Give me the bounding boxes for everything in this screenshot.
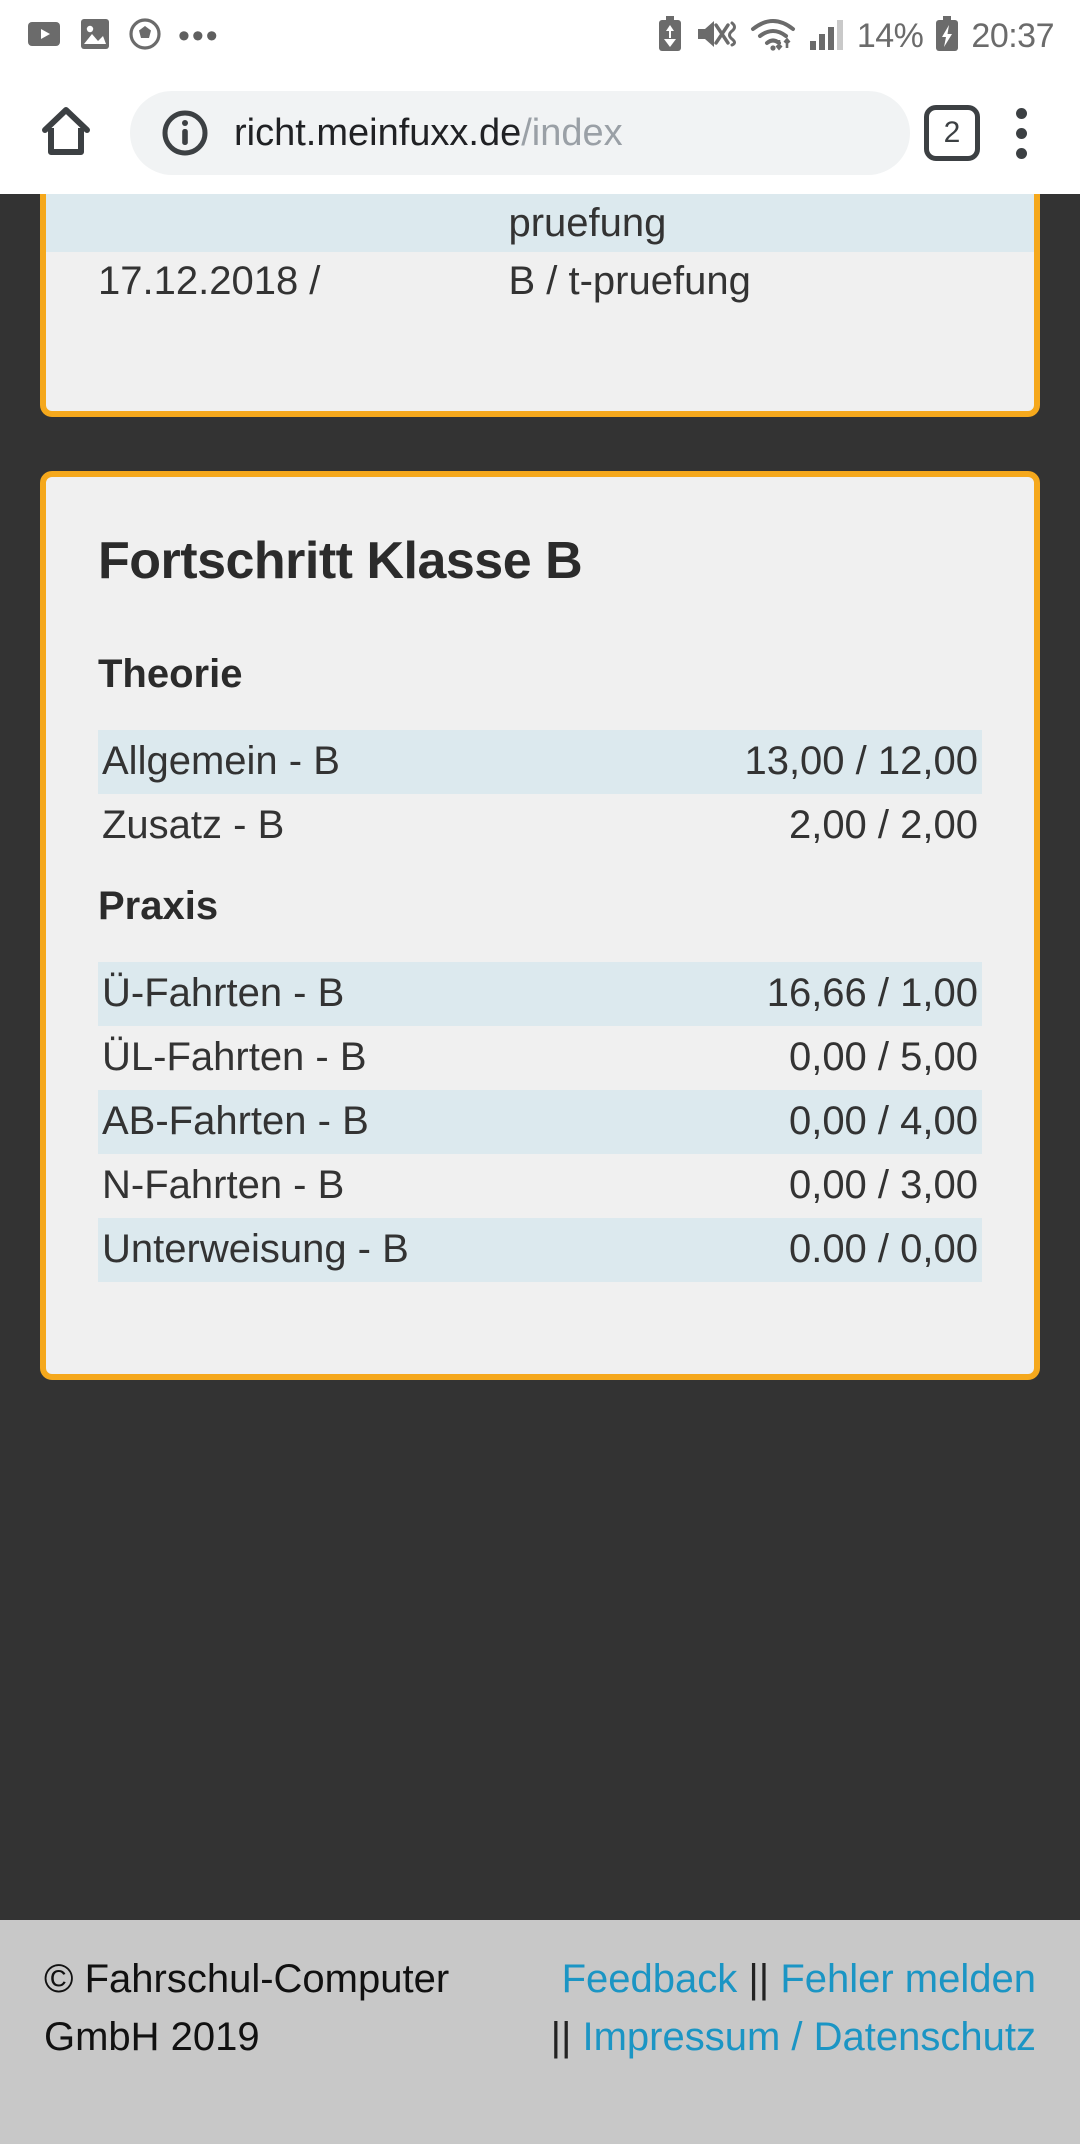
browser-toolbar: richt.meinfuxx.de/index 2 bbox=[0, 72, 1080, 194]
table-row: pruefung bbox=[46, 194, 1034, 252]
progress-row-value: 16,66 / 1,00 bbox=[620, 962, 982, 1027]
more-notifications-icon: ••• bbox=[178, 16, 220, 55]
wifi-icon bbox=[749, 15, 797, 58]
cellular-signal-icon bbox=[808, 15, 846, 58]
progress-row-value: 0,00 / 5,00 bbox=[788, 1035, 978, 1080]
theorie-table: Allgemein - B 13,00 / 12,00 Zusatz - B 2,00… bbox=[98, 730, 982, 858]
table-row: N-Fahrten - B 0,00 / 3,00 bbox=[98, 1154, 982, 1218]
table-row: 17.12.2018 / B / t-pruefung bbox=[46, 252, 1034, 310]
page-footer: © Fahrschul-Computer GmbH 2019 Feedback … bbox=[0, 1920, 1080, 2144]
footer-link-separator: || bbox=[737, 1957, 781, 2001]
pruefung-date: 17.12.2018 / bbox=[98, 259, 321, 303]
progress-row-label: Ü-Fahrten - B bbox=[98, 962, 621, 1027]
url-path: /index bbox=[521, 111, 623, 154]
progress-row-value: 13,00 / 12,00 bbox=[543, 730, 982, 795]
section-heading-theorie: Theorie bbox=[98, 652, 243, 697]
progress-row-label: AB-Fahrten - B bbox=[98, 1090, 621, 1155]
status-bar-system-icons: 14% 20:37 bbox=[657, 15, 1054, 58]
progress-card: Fortschritt Klasse B Theorie Allgemein -… bbox=[40, 471, 1040, 1381]
page-content: pruefung 17.12.2018 / B / t-pruefung Forts… bbox=[0, 194, 1080, 1920]
pruefung-type: pruefung bbox=[500, 194, 1034, 252]
youtube-icon bbox=[26, 16, 62, 57]
overflow-menu-icon-dot bbox=[1015, 147, 1027, 159]
battery-percent-label: 14% bbox=[856, 17, 924, 55]
overflow-menu-button[interactable] bbox=[986, 91, 1056, 175]
progress-row-value: 0,00 / 4,00 bbox=[620, 1090, 982, 1155]
table-row: Zusatz - B 2,00 / 2,00 bbox=[98, 794, 982, 858]
site-info-icon[interactable] bbox=[160, 108, 210, 158]
praxis-table: Ü-Fahrten - B 16,66 / 1,00 ÜL-Fahrten - B 0… bbox=[98, 962, 982, 1283]
footer-link[interactable]: Impressum / Datenschutz bbox=[583, 2015, 1037, 2059]
overflow-menu-icon-dot bbox=[1015, 127, 1027, 139]
table-row: AB-Fahrten - B 0,00 / 4,00 bbox=[98, 1090, 982, 1155]
table-row: Unterweisung - B 0.00 / 0,00 bbox=[98, 1218, 982, 1283]
table-row: Ü-Fahrten - B 16,66 / 1,00 bbox=[98, 962, 982, 1027]
pruefung-date bbox=[46, 194, 501, 252]
url-host: richt.meinfuxx.de bbox=[234, 111, 522, 154]
progress-row-label: Allgemein - B bbox=[98, 730, 544, 795]
pruefungen-table: pruefung 17.12.2018 / B / t-pruefung bbox=[46, 194, 1034, 310]
progress-row-label: N-Fahrten - B bbox=[102, 1163, 345, 1208]
overflow-menu-icon-dot bbox=[1015, 107, 1027, 119]
footer-link[interactable]: Feedback bbox=[562, 1957, 738, 2001]
tab-switcher-button[interactable]: 2 bbox=[924, 105, 980, 161]
page-title: Fortschritt Klasse B bbox=[98, 532, 583, 590]
home-icon bbox=[35, 100, 97, 167]
status-bar-notifications: ••• bbox=[26, 16, 220, 57]
progress-row-value: 2,00 / 2,00 bbox=[788, 803, 978, 848]
progress-row-value: 0.00 / 0,00 bbox=[620, 1218, 982, 1283]
footer-link-separator: || bbox=[550, 2015, 583, 2059]
address-bar[interactable]: richt.meinfuxx.de/index bbox=[130, 91, 910, 175]
progress-row-label: Unterweisung - B bbox=[98, 1218, 621, 1283]
previous-card-partial: pruefung 17.12.2018 / B / t-pruefung bbox=[40, 194, 1040, 417]
football-icon bbox=[128, 17, 162, 56]
table-row: ÜL-Fahrten - B 0,00 / 5,00 bbox=[98, 1026, 982, 1090]
footer-link[interactable]: Fehler melden bbox=[780, 1957, 1036, 2001]
image-icon bbox=[78, 16, 112, 57]
home-button[interactable] bbox=[24, 91, 108, 175]
progress-row-value: 0,00 / 3,00 bbox=[788, 1163, 978, 1208]
section-heading-praxis: Praxis bbox=[98, 884, 219, 929]
progress-row-label: Zusatz - B bbox=[102, 803, 285, 848]
clock-label: 20:37 bbox=[971, 17, 1054, 55]
progress-row-label: ÜL-Fahrten - B bbox=[102, 1035, 367, 1080]
charging-battery-icon bbox=[934, 15, 960, 58]
table-row: Allgemein - B 13,00 / 12,00 bbox=[98, 730, 982, 795]
android-status-bar: ••• 14% 20:37 bbox=[0, 0, 1080, 72]
pruefung-type: B / t-pruefung bbox=[508, 259, 751, 303]
url-text: richt.meinfuxx.de/index bbox=[234, 112, 623, 155]
copyright-text: © Fahrschul-Computer GmbH 2019 bbox=[44, 1957, 450, 2059]
footer-links: Feedback || Fehler melden || Impressum /… bbox=[546, 1950, 1036, 2066]
mute-vibrate-icon bbox=[694, 15, 738, 58]
battery-saver-icon bbox=[657, 15, 683, 58]
